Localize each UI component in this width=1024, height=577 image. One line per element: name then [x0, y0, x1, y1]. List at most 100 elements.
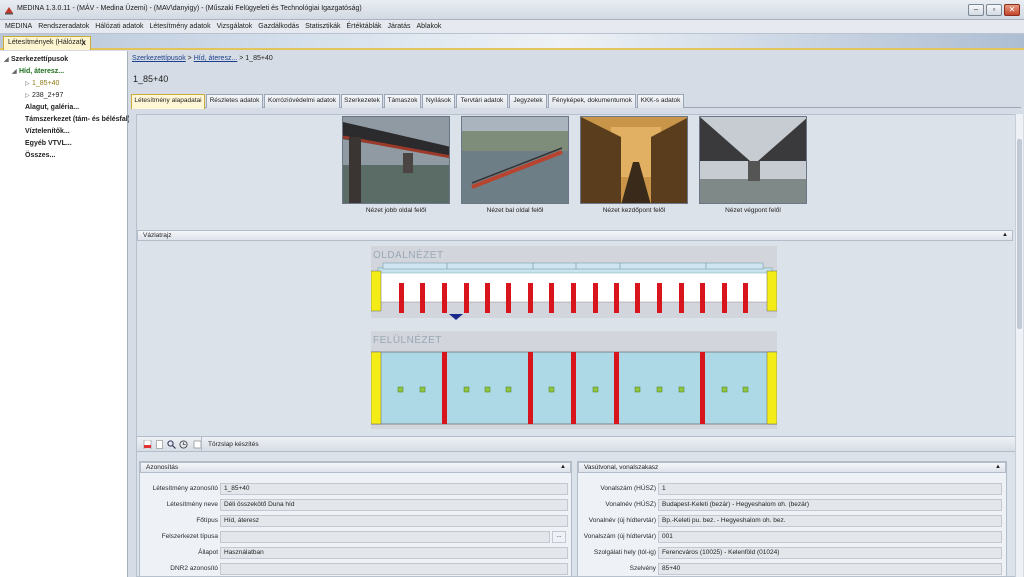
service-location-field[interactable]: Ferencváros (10025) - Kelenföld (01024)	[658, 547, 1002, 559]
tree-item-egyeb[interactable]: Egyéb VTVL...	[25, 140, 72, 147]
document-tab-strip: Létesítmények (Hálózat) x	[0, 34, 1024, 50]
detail-tabs: Létesítmény alapadatai Részletes adatok …	[131, 94, 1021, 109]
menu-erteltablak[interactable]: Értéktáblák	[344, 20, 385, 33]
tree-item-tamszerkezet[interactable]: Támszerkezet (tám- és bélésfal)...	[25, 116, 136, 123]
menu-rendszeradatok[interactable]: Rendszeradatok	[35, 20, 92, 33]
field-label: Szolgálati hely (tól-ig)	[593, 549, 656, 556]
document-icon[interactable]	[155, 440, 164, 449]
expand-arrow-icon[interactable]: ◢	[4, 56, 11, 63]
field-label: Főtípus	[196, 517, 218, 524]
line-name-field[interactable]: Budapest-Keleti (bezár) - Hegyeshalom oh…	[658, 499, 1002, 511]
photo-caption: Nézet végpont felől	[725, 207, 781, 214]
document-tab-letesitmenyek[interactable]: Létesítmények (Hálózat) x	[3, 36, 91, 50]
railway-panel: Vasútvonal, vonalszakasz ▲ Vonalszám (HÚ…	[577, 461, 1007, 576]
tab-letesitmeny-alapadatai[interactable]: Létesítmény alapadatai	[131, 94, 205, 109]
tab-nyilasok[interactable]: Nyílások	[422, 94, 455, 108]
photo-end-point[interactable]	[699, 116, 807, 204]
menu-jaratas[interactable]: Járatás	[385, 20, 414, 33]
photo-start-point[interactable]	[580, 116, 688, 204]
photo-caption: Nézet kezdőpont felől	[602, 207, 666, 214]
navigation-tree: ◢ Szerkezettípusok ◢ Híd, áteresz... ▷ 1_85…	[0, 51, 136, 577]
facility-id-field[interactable]: 1_85+40	[220, 483, 568, 495]
railway-header[interactable]: Vasútvonal, vonalszakasz ▲	[578, 462, 1006, 473]
collapse-icon[interactable]: ▲	[560, 463, 566, 472]
tab-jegyzetek[interactable]: Jegyzetek	[509, 94, 547, 108]
tab-fenykepek[interactable]: Fényképek, dokumentumok	[548, 94, 636, 108]
tree-leaf-1-85-40[interactable]: ▷ 1_85+40	[25, 80, 59, 87]
pdf-icon[interactable]	[143, 440, 152, 449]
superstructure-type-field[interactable]	[220, 531, 550, 543]
bridge-photo-image	[581, 117, 687, 203]
close-tab-icon[interactable]: x	[82, 38, 86, 47]
photo-right-side[interactable]	[342, 116, 450, 204]
identification-panel: Azonosítás ▲ Létesítmény azonosító 1_85+…	[139, 461, 572, 576]
bridge-photo-image	[462, 117, 568, 203]
app-logo-icon	[5, 7, 13, 15]
line-number-field[interactable]: 1	[658, 483, 1002, 495]
search-icon[interactable]	[167, 440, 176, 449]
window-titlebar: MEDINA 1.3.0.11 - (MÁV - Medina Üzemi) -…	[0, 0, 1024, 20]
tab-korrozio[interactable]: Korrózióvédelmi adatok	[264, 94, 340, 108]
expand-arrow-icon[interactable]: ◢	[12, 68, 19, 75]
tree-leaf-238-2-97[interactable]: ▷ 238_2+97	[25, 92, 63, 99]
field-label: Vonalszám (új hídtervtár)	[583, 533, 656, 540]
tab-szerkezetek[interactable]: Szerkezetek	[341, 94, 383, 108]
field-label: Vonalnév (új hídtervtár)	[588, 517, 656, 524]
tree-item-viztelenitok[interactable]: Víztelenítők...	[25, 128, 70, 135]
record-toolbar: Törzslap készítés	[137, 436, 1021, 452]
side-view-label: OLDALNÉZET	[373, 250, 444, 261]
facility-name-field[interactable]: Déli összekötő Duna híd	[220, 499, 568, 511]
tab-reszletes-adatok[interactable]: Részletes adatok	[206, 94, 263, 108]
window-title: MEDINA 1.3.0.11 - (MÁV - Medina Üzemi) -…	[17, 5, 362, 12]
dnr2-id-field[interactable]	[220, 563, 568, 575]
bridge-sketch: OLDALNÉZET FELÜLNÉZET	[370, 246, 778, 429]
identification-header[interactable]: Azonosítás ▲	[140, 462, 571, 473]
line-number-new-field[interactable]: 001	[658, 531, 1002, 543]
breadcrumb-szerkezettipusok[interactable]: Szerkezettípusok	[132, 55, 186, 62]
collapsed-arrow-icon[interactable]: ▷	[25, 80, 32, 87]
document-tab-label: Létesítmények (Hálózat)	[8, 39, 84, 46]
menu-letesitmeny-adatok[interactable]: Létesítmény adatok	[146, 20, 213, 33]
tree-item-label: Szerkezettípusok	[11, 56, 69, 63]
tree-group-hid-ateresz[interactable]: ◢ Híd, áteresz...	[12, 68, 64, 75]
minimize-button[interactable]: –	[968, 4, 984, 16]
tab-content: Nézet jobb oldal felől Nézet bal oldal f…	[136, 114, 1022, 577]
vertical-scrollbar[interactable]	[1015, 114, 1023, 577]
breadcrumb-separator: >	[187, 55, 192, 62]
menu-bar: MEDINA Rendszeradatok Hálózati adatok Létes…	[0, 20, 1024, 34]
browse-button[interactable]: ...	[552, 531, 566, 543]
sketch-section-header[interactable]: Vázlatrajz ▲	[137, 230, 1013, 241]
line-name-new-field[interactable]: Bp.-Keleti pu. bez. - Hegyeshalom oh. be…	[658, 515, 1002, 527]
tree-item-osszes[interactable]: Összes...	[25, 152, 55, 159]
menu-halozati-adatok[interactable]: Hálózati adatok	[92, 20, 146, 33]
bridge-photo-image	[343, 117, 449, 203]
breadcrumb-hid-ateresz[interactable]: Híd, áteresz...	[194, 55, 238, 62]
collapse-icon[interactable]: ▲	[995, 463, 1001, 472]
main-type-field[interactable]: Híd, áteresz	[220, 515, 568, 527]
main-area: Szerkezettípusok > Híd, áteresz... > 1_8…	[129, 51, 1024, 577]
menu-medina[interactable]: MEDINA	[0, 20, 35, 33]
collapsed-arrow-icon[interactable]: ▷	[25, 92, 32, 99]
menu-ablakok[interactable]: Ablakok	[414, 20, 445, 33]
field-label: Szelvény	[629, 565, 656, 572]
tab-tervtari-adatok[interactable]: Tervtári adatok	[456, 94, 508, 108]
scrollbar-thumb[interactable]	[1017, 139, 1022, 329]
history-icon[interactable]	[179, 440, 188, 449]
status-field[interactable]: Használatban	[220, 547, 568, 559]
field-label: Létesítmény neve	[166, 501, 218, 508]
tree-root-szerkezettipusok[interactable]: ◢ Szerkezettípusok	[4, 56, 68, 63]
menu-statisztikak[interactable]: Statisztikák	[302, 20, 343, 33]
chainage-field[interactable]: 85+40	[658, 563, 1002, 575]
photo-left-side[interactable]	[461, 116, 569, 204]
field-label: DNR2 azonosító	[170, 565, 218, 572]
tree-item-alagut[interactable]: Alagut, galéria...	[25, 104, 79, 111]
close-window-button[interactable]: ✕	[1004, 4, 1020, 16]
torzslap-button[interactable]: Törzslap készítés	[201, 437, 259, 452]
collapse-icon[interactable]: ▲	[1002, 231, 1008, 240]
restore-button[interactable]: ▫	[986, 4, 1002, 16]
tab-kkk-adatok[interactable]: KKK-s adatok	[637, 94, 684, 108]
menu-vizsgalatok[interactable]: Vizsgálatok	[214, 20, 256, 33]
tree-item-label: 1_85+40	[32, 80, 60, 87]
tab-tamaszok[interactable]: Támaszok	[384, 94, 421, 108]
menu-gazdalkodas[interactable]: Gazdálkodás	[255, 20, 302, 33]
